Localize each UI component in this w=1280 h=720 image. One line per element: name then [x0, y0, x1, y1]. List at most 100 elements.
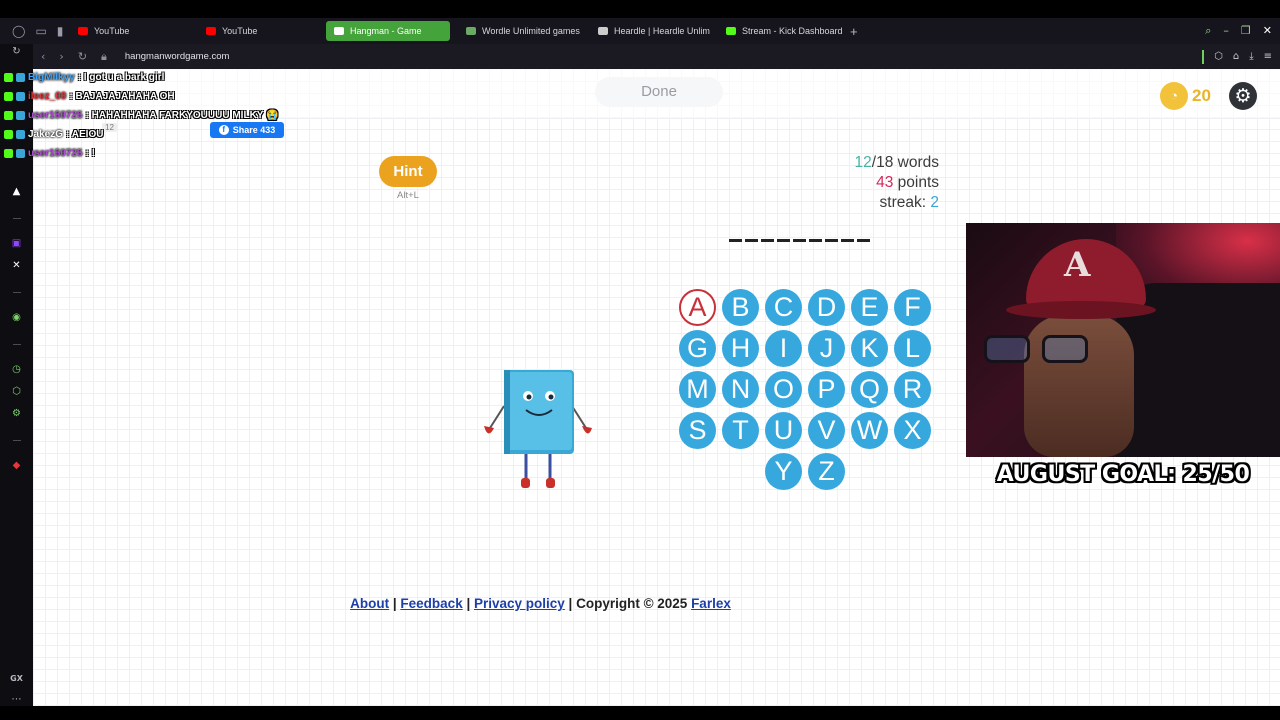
browser-tab[interactable]: Heardle | Heardle Unlimited [590, 21, 710, 41]
sidebar-more-icon[interactable]: ⋯ [0, 694, 33, 705]
letter-key-c[interactable]: C [765, 289, 802, 326]
done-button[interactable]: Done [595, 77, 723, 107]
wallet-icon[interactable]: ⌂ [1233, 51, 1239, 62]
kick-badge-icon [4, 73, 13, 82]
letter-key-g[interactable]: G [679, 330, 716, 367]
points-stat: 43 points [803, 173, 939, 193]
stream-goal-text: AUGUST GOAL: 25/50 [996, 462, 1250, 487]
coin-icon: ◔ [1160, 82, 1188, 110]
extensions-icon[interactable]: ⬡ [1214, 51, 1223, 62]
letter-key-u[interactable]: U [765, 412, 802, 449]
sidebar-x-icon[interactable]: ✕ [0, 260, 33, 271]
browser-tab[interactable]: Wordle Unlimited games [458, 21, 582, 41]
chat-username: ileez_00 [28, 91, 67, 102]
minimize-icon[interactable]: – [1223, 24, 1229, 38]
sub-badge-icon [16, 73, 25, 82]
letter-key-y[interactable]: Y [765, 453, 802, 490]
footer-separator: | [389, 596, 401, 611]
letter-key-n[interactable]: N [722, 371, 759, 408]
window-controls: ⌕ – ❐ ✕ [1205, 24, 1280, 38]
hint-button[interactable]: Hint [379, 156, 437, 187]
book-character-image [484, 370, 592, 488]
letter-blank [825, 239, 838, 242]
privacy-policy-link[interactable]: Privacy policy [474, 596, 565, 611]
letter-key-m[interactable]: M [679, 371, 716, 408]
word-blanks [729, 239, 870, 242]
letter-key-d[interactable]: D [808, 289, 845, 326]
feedback-link[interactable]: Feedback [400, 596, 462, 611]
footer-separator: | [462, 596, 474, 611]
share-count-badge: 12 [102, 123, 117, 132]
opera-logo-icon[interactable]: ◯ [12, 24, 25, 38]
letter-key-r[interactable]: R [894, 371, 931, 408]
workspaces-icon[interactable]: ▭ [35, 24, 46, 38]
tab-label: Heardle | Heardle Unlimited [614, 26, 710, 36]
sidebar-extensions-icon[interactable]: ⬡ [0, 386, 33, 397]
letter-key-q[interactable]: Q [851, 371, 888, 408]
letter-key-t[interactable]: T [722, 412, 759, 449]
letter-key-k[interactable]: K [851, 330, 888, 367]
letter-key-f[interactable]: F [894, 289, 931, 326]
sidebar-separator [13, 440, 21, 441]
browser-tab[interactable]: YouTube [70, 21, 190, 41]
letter-key-v[interactable]: V [808, 412, 845, 449]
new-tab-button[interactable]: + [842, 24, 866, 39]
letter-key-h[interactable]: H [722, 330, 759, 367]
download-icon[interactable]: ⤓ [1249, 51, 1253, 62]
sidebar-separator [13, 344, 21, 345]
letter-key-i[interactable]: I [765, 330, 802, 367]
letter-key-e[interactable]: E [851, 289, 888, 326]
menu-icon[interactable]: ≡ [1264, 51, 1272, 62]
cap-logo-icon: A [1064, 245, 1091, 285]
tabs-container: YouTube YouTube Hangman - Game Wordle Unlim… [70, 21, 842, 41]
browser-tab[interactable]: Hangman - Game [326, 21, 450, 41]
forward-icon[interactable]: › [59, 50, 63, 63]
letter-blank [793, 239, 806, 242]
farlex-link[interactable]: Farlex [691, 596, 731, 611]
reload-icon[interactable]: ↻ [78, 50, 87, 63]
sidebar-ublock-icon[interactable]: ◆ [0, 460, 33, 471]
sidebar-player-icon[interactable]: ◉ [0, 312, 33, 323]
letter-key-o[interactable]: O [765, 371, 802, 408]
game-stats: 12/18 words 43 points streak: 2 [803, 153, 939, 213]
settings-gear-icon[interactable]: ⚙ [1229, 82, 1257, 110]
search-tabs-icon[interactable]: ⌕ [1205, 24, 1211, 38]
sidebar-twitch-icon[interactable]: ▣ [0, 238, 33, 249]
letter-key-l[interactable]: L [894, 330, 931, 367]
letter-key-p[interactable]: P [808, 371, 845, 408]
tab-island-icon[interactable]: ▮ [57, 24, 64, 38]
chat-message: BigMilkyy: I got u a bark girl [4, 72, 164, 83]
letter-key-a[interactable]: A [679, 289, 716, 326]
letter-key-w[interactable]: W [851, 412, 888, 449]
sidebar-reload-icon[interactable]: ↻ [0, 46, 33, 57]
chat-text: : AEIOU [66, 129, 104, 140]
letter-key-x[interactable]: X [894, 412, 931, 449]
sidebar-aria-icon[interactable]: ▲ [0, 186, 33, 197]
letter-blank [761, 239, 774, 242]
browser-tab[interactable]: Stream - Kick Dashboard [718, 21, 842, 41]
sidebar-history-icon[interactable]: ◷ [0, 364, 33, 375]
letter-key-s[interactable]: S [679, 412, 716, 449]
maximize-icon[interactable]: ❐ [1241, 24, 1251, 38]
letter-key-b[interactable]: B [722, 289, 759, 326]
tab-label: Stream - Kick Dashboard [742, 26, 842, 36]
top-border [0, 0, 1280, 18]
letter-key-z[interactable]: Z [808, 453, 845, 490]
words-done: 12 [854, 154, 872, 171]
about-link[interactable]: About [350, 596, 389, 611]
tab-favicon-icon [78, 27, 88, 35]
back-icon[interactable]: ‹ [41, 50, 45, 63]
copyright-text: | Copyright © 2025 [564, 596, 692, 611]
sub-badge-icon [16, 149, 25, 158]
tab-label: YouTube [222, 26, 258, 36]
facebook-share-button[interactable]: f Share 433 [210, 122, 284, 138]
browser-tab[interactable]: YouTube [198, 21, 318, 41]
tab-label: YouTube [94, 26, 130, 36]
url-field[interactable]: hangmanwordgame.com [125, 51, 230, 62]
letter-key-j[interactable]: J [808, 330, 845, 367]
close-window-icon[interactable]: ✕ [1263, 24, 1272, 38]
sidebar-settings-icon[interactable]: ⚙ [0, 408, 33, 419]
chat-username: user150725 [28, 148, 83, 159]
lock-icon: 🔒︎ [101, 49, 107, 63]
sidebar-gx-icon[interactable]: GX [0, 674, 33, 683]
